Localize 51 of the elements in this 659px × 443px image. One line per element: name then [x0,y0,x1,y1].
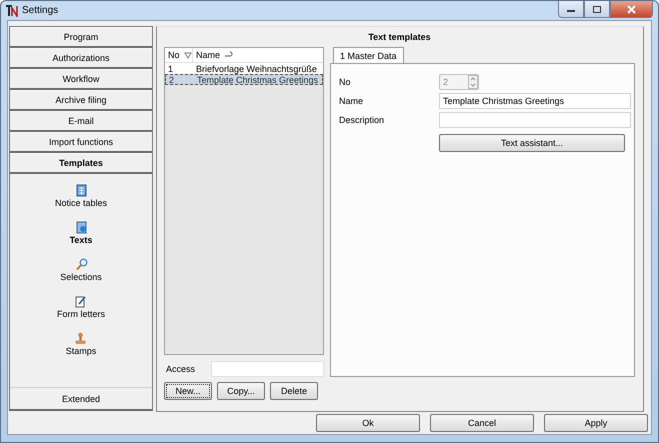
nav-section-button[interactable]: E-mail [10,111,152,132]
list-action-button[interactable]: Copy... [217,382,265,400]
list-row[interactable]: 1 Briefvorlage Weihnachtsgrüße [165,63,323,74]
app-logo-icon [5,4,18,17]
table-icon [74,184,88,197]
dialog-button[interactable]: Apply [544,414,648,432]
nav-item[interactable]: Selections [58,272,104,282]
sort-triangle-icon [184,51,192,59]
nav-section-button[interactable]: Templates [10,153,152,174]
nav-section-button[interactable]: Authorizations [10,48,152,69]
text-field[interactable]: Template Christmas Greetings [439,93,631,109]
nav-section-button[interactable]: Program [10,27,152,48]
table-cell-text: 2 [168,74,176,84]
field-label: No [339,77,352,87]
panel-title: Text templates [367,31,432,44]
nav-section-button[interactable]: Archive filing [10,90,152,111]
text-field[interactable] [439,112,631,128]
access-field[interactable] [211,361,324,377]
stamp-icon [74,332,88,345]
maximize-icon [592,4,602,14]
nav-item[interactable]: Notice tables [52,198,110,208]
close-icon [626,4,637,14]
nav-section-button[interactable]: Workflow [10,69,152,90]
minimize-button[interactable] [558,1,584,18]
list-row[interactable]: 2 Template Christmas Greetings [165,74,323,85]
list-action-button[interactable]: New... [164,382,212,400]
text-assistant-button[interactable]: Text assistant... [439,134,625,152]
nav-item[interactable]: Texts [68,235,94,245]
list-action-button[interactable]: Delete [270,382,318,400]
table-cell-text: Briefvorlage Weihnachtsgrüße [195,64,317,74]
dialog-button[interactable]: Ok [316,414,420,432]
document-icon [74,221,88,234]
field-label: Access [165,364,196,374]
table-cell-text: Template Christmas Greetings [196,74,318,84]
maximize-button[interactable] [584,1,610,18]
close-button[interactable] [610,1,653,18]
note-pencil-icon [74,295,88,308]
nav-item[interactable]: Form letters [54,309,107,319]
tab[interactable]: 1 Master Data [333,47,404,63]
dialog-button[interactable]: Cancel [430,414,534,432]
column-header[interactable]: No [165,48,193,62]
spin-arrows-icon [468,75,478,89]
nav-section-button[interactable]: Import functions [10,132,152,153]
window-title: Settings [22,5,58,16]
field-label: Description [339,115,386,125]
column-header[interactable]: Name [193,48,234,62]
search-icon [74,258,88,271]
field-label: Name [339,96,364,106]
nav-section-button[interactable]: Extended [62,394,100,404]
nav-item[interactable]: Stamps [64,346,98,356]
table-cell-text: 1 [167,64,174,74]
